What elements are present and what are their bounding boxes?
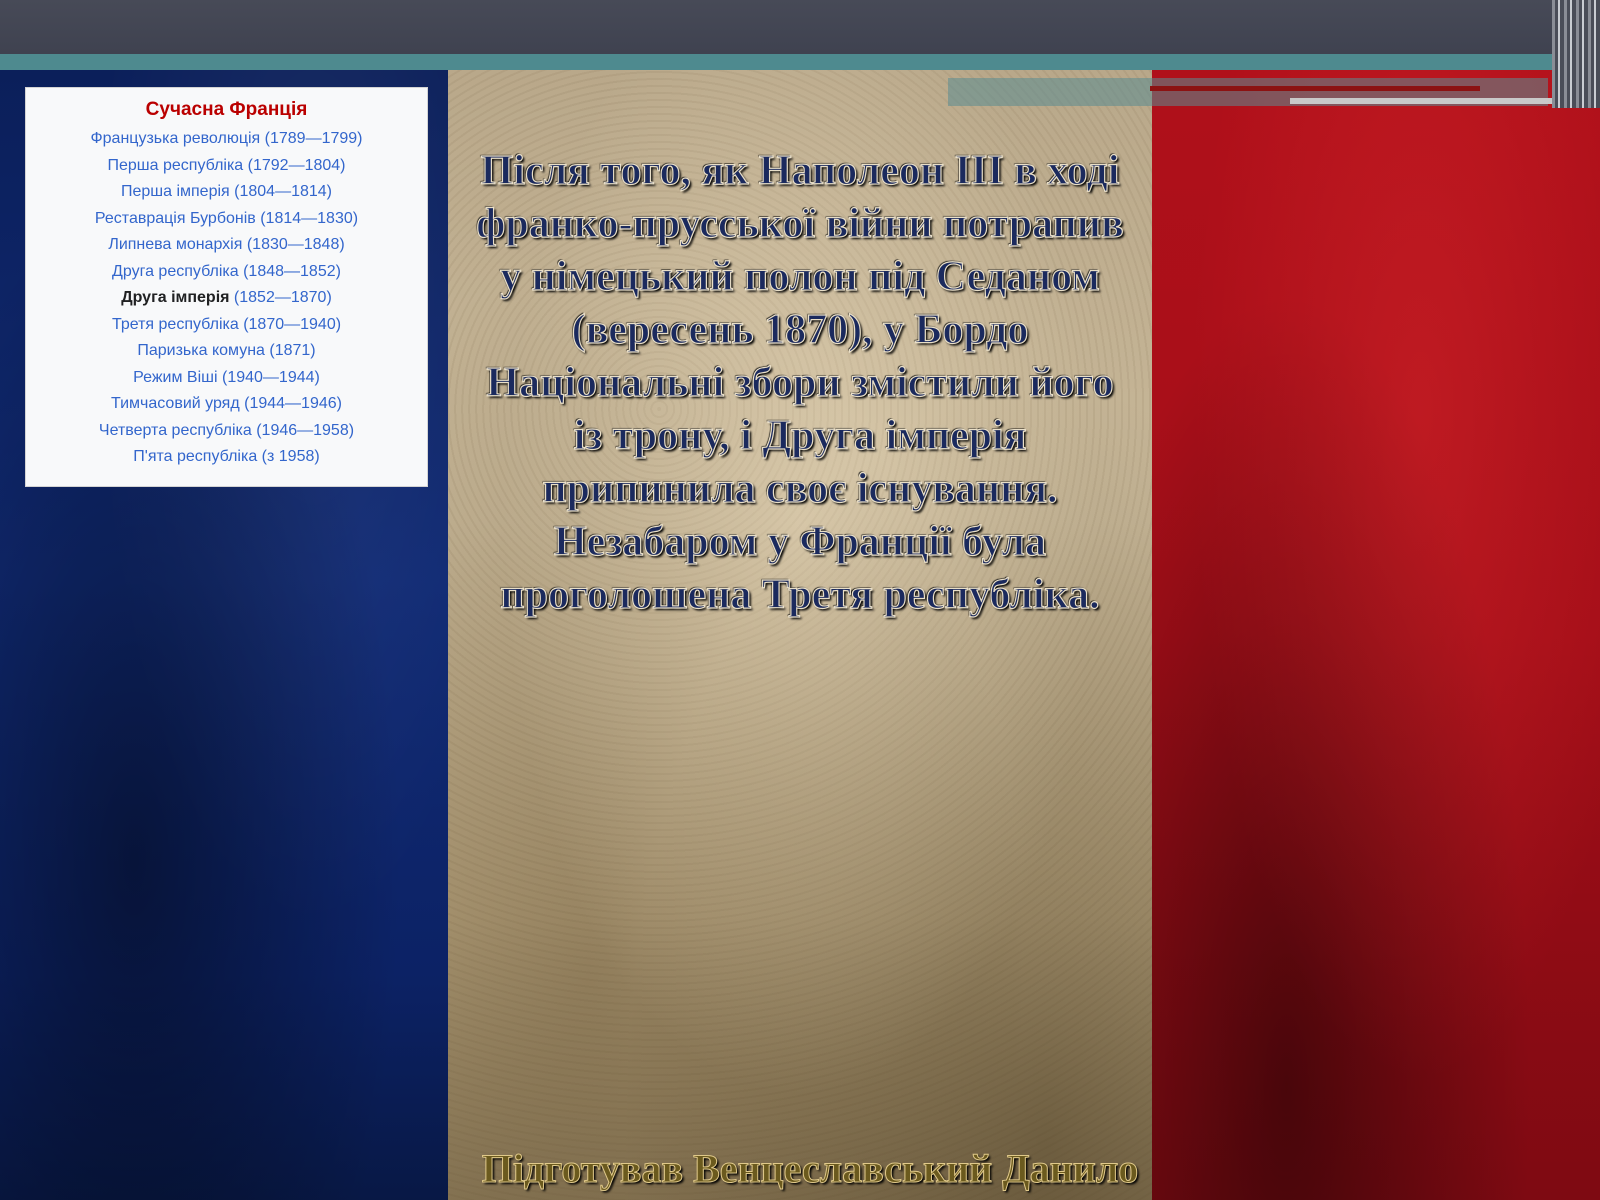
infobox-link-item[interactable]: Четверта республіка (1946—1958) (26, 418, 427, 445)
infobox-link-item[interactable]: Режим Віші (1940—1944) (26, 365, 427, 392)
infobox-item-name: Перша республіка (107, 156, 244, 174)
history-infobox: Сучасна Франція Французька революція (17… (25, 87, 428, 487)
infobox-link-item[interactable]: Липнева монархія (1830—1848) (26, 232, 427, 259)
infobox-link-item[interactable]: Друга республіка (1848—1852) (26, 259, 427, 286)
infobox-link-item: Друга імперія (1852—1870) (26, 285, 427, 312)
infobox-item-name: Друга імперія (121, 289, 230, 306)
infobox-item-years: (1804—1814) (229, 183, 332, 200)
infobox-item-name: Перша імперія (120, 183, 230, 200)
flag-red-stripe (1152, 70, 1600, 1200)
infobox-item-name: Французька революція (90, 130, 261, 147)
decorative-grey-line (1290, 98, 1560, 104)
infobox-item-years: (1940—1944) (217, 368, 320, 386)
infobox-item-years: (1814—1830) (255, 209, 359, 227)
infobox-item-name: Четверта республіка (98, 421, 252, 439)
infobox-item-years: (1789—1799) (260, 130, 363, 147)
infobox-item-name: Липнева монархія (108, 236, 243, 253)
header-bar (0, 0, 1600, 54)
corner-decoration (1552, 0, 1600, 108)
infobox-item-name: Реставрація Бурбонів (94, 209, 256, 227)
infobox-item-name: Третя республіка (111, 315, 239, 333)
slide-main-text: Після того, як Наполеон III в ході франк… (476, 147, 1125, 618)
infobox-item-years: (1830—1848) (242, 236, 345, 253)
infobox-link-item[interactable]: Перша імперія (1804—1814) (26, 179, 427, 206)
infobox-link-item[interactable]: Французька революція (1789—1799) (26, 126, 427, 153)
infobox-link-item[interactable]: Паризька комуна (1871) (26, 338, 427, 365)
infobox-item-name: Тимчасовий уряд (111, 395, 240, 412)
infobox-item-years: (1848—1852) (238, 262, 341, 280)
infobox-link-item[interactable]: Третя республіка (1870—1940) (26, 312, 427, 339)
infobox-item-years: (з 1958) (257, 448, 320, 465)
infobox-item-years: (1944—1946) (239, 395, 342, 412)
infobox-title: Сучасна Франція (145, 99, 308, 120)
infobox-item-name: П'ята республіка (133, 448, 258, 465)
author-credit: Підготував Венцеславський Данило (481, 1146, 1139, 1192)
infobox-item-years: (1870—1940) (238, 315, 342, 333)
infobox-item-years: (1871) (264, 342, 316, 359)
infobox-item-years: (1946—1958) (251, 421, 355, 439)
infobox-item-name: Режим Віші (133, 368, 218, 386)
decorative-red-line (1150, 86, 1480, 91)
infobox-link-item[interactable]: Перша республіка (1792—1804) (26, 153, 427, 180)
infobox-item-name: Паризька комуна (137, 342, 265, 359)
infobox-item-years: (1792—1804) (243, 156, 346, 174)
infobox-item-years: (1852—1870) (229, 289, 332, 306)
infobox-link-item[interactable]: Реставрація Бурбонів (1814—1830) (26, 206, 427, 233)
infobox-link-item[interactable]: Тимчасовий уряд (1944—1946) (26, 391, 427, 418)
infobox-list: Французька революція (1789—1799) Перша ре… (26, 126, 427, 471)
header-accent-band (0, 54, 1560, 70)
infobox-link-item[interactable]: П'ята республіка (з 1958) (26, 444, 427, 471)
infobox-item-name: Друга республіка (112, 262, 239, 280)
